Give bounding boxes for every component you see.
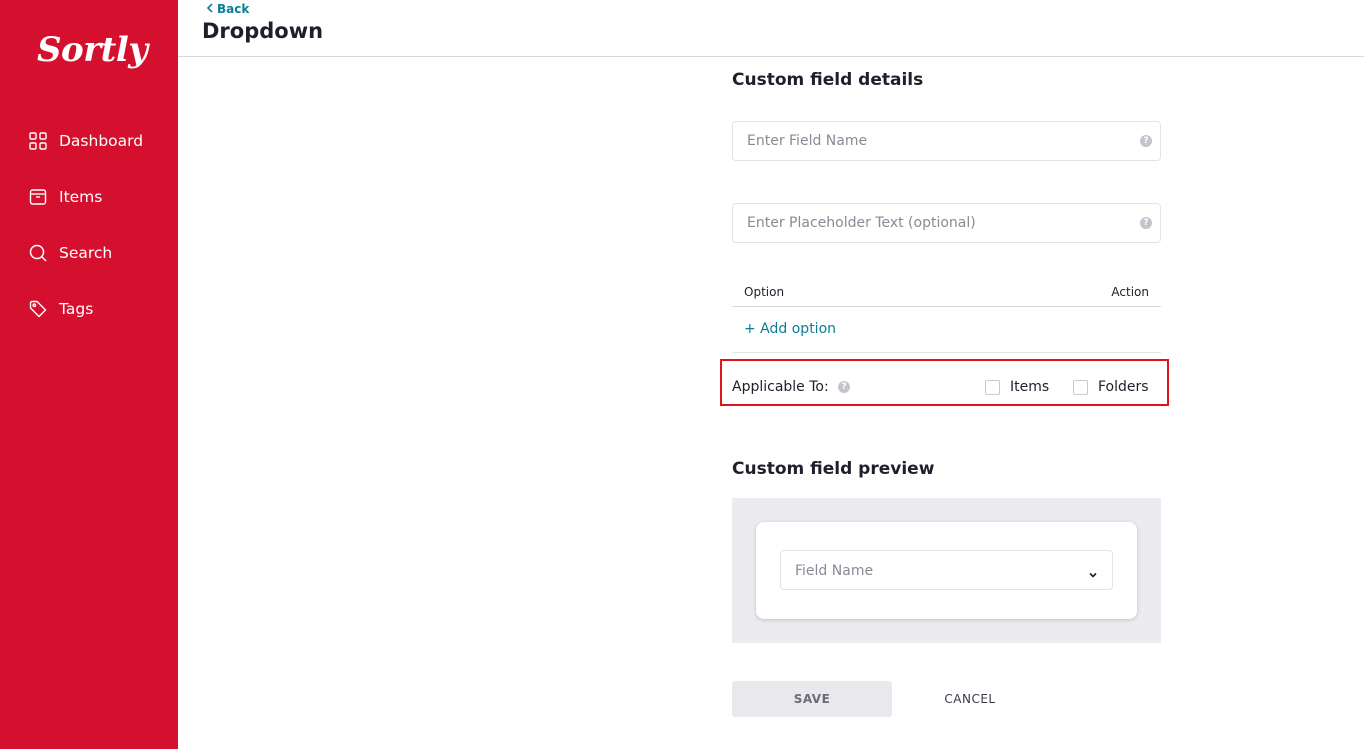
search-icon [28,243,48,263]
add-option-button[interactable]: + Add option [744,321,836,337]
page-header: Back Dropdown [178,0,1364,57]
back-link[interactable]: Back [206,2,249,16]
field-name-input[interactable] [733,122,1160,160]
preview-dropdown-placeholder: Field Name [795,563,874,579]
app-root: Sortly Dashboard Items Search Tags Back … [0,0,1364,749]
cancel-button[interactable]: CANCEL [920,681,1020,717]
divider [732,352,1161,353]
dashboard-grid-icon [28,131,48,151]
sidebar: Sortly Dashboard Items Search Tags [0,0,178,749]
sidebar-item-label: Tags [59,300,94,318]
column-header-option: Option [744,285,785,299]
preview-area: Field Name [732,498,1161,643]
tag-icon [28,299,48,319]
applicable-to-row: Applicable To: ? Items Folders [720,359,1169,406]
back-label: Back [217,2,250,16]
applicable-items-checkbox[interactable]: Items [985,379,1049,395]
placeholder-text-wrapper: ? [732,203,1161,243]
applicable-to-label: Applicable To: [732,379,829,395]
sidebar-item-label: Dashboard [59,132,144,150]
sortly-logo[interactable]: Sortly [37,30,148,70]
options-table-header: Option Action [732,284,1161,307]
applicable-folders-checkbox[interactable]: Folders [1073,379,1149,395]
details-section-title: Custom field details [732,70,924,90]
box-icon [28,187,48,207]
checkbox-label: Folders [1098,379,1149,395]
checkbox-box[interactable] [985,379,1000,395]
help-icon[interactable]: ? [838,381,850,393]
sidebar-item-dashboard[interactable]: Dashboard [28,129,143,153]
checkbox-label: Items [1010,379,1050,395]
preview-dropdown[interactable]: Field Name [780,550,1113,590]
page-title: Dropdown [202,19,324,43]
checkbox-box[interactable] [1073,379,1088,395]
preview-card: Field Name [756,522,1137,619]
sidebar-item-tags[interactable]: Tags [28,297,93,321]
chevron-down-icon [1088,565,1098,578]
preview-section-title: Custom field preview [732,459,935,479]
sidebar-item-items[interactable]: Items [28,185,102,209]
sidebar-item-label: Items [59,188,103,206]
help-icon[interactable]: ? [1140,217,1152,229]
column-header-action: Action [1111,285,1149,299]
placeholder-text-input[interactable] [733,204,1160,242]
field-name-wrapper: ? [732,121,1161,161]
save-button[interactable]: SAVE [732,681,892,717]
sidebar-item-label: Search [59,244,113,262]
chevron-left-icon [206,2,214,16]
help-icon[interactable]: ? [1140,135,1152,147]
sidebar-item-search[interactable]: Search [28,241,112,265]
